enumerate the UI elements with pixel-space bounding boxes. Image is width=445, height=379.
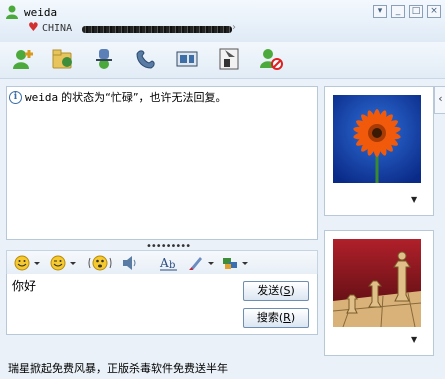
font-icon[interactable]: A b [159, 254, 179, 272]
file-transfer-icon[interactable] [50, 46, 76, 72]
wink-icon[interactable] [49, 254, 79, 272]
send-button[interactable]: 发送(S) [243, 281, 309, 301]
collapse-panel-button[interactable]: ‹ [434, 86, 445, 114]
system-message-text: 的状态为“忙碌”，也许无法回复。 [61, 91, 227, 104]
emoticon-icon[interactable] [13, 254, 43, 272]
search-button-hotkey: R [283, 311, 291, 324]
message-input[interactable]: 你好 发送(S) 搜索(R) [6, 274, 318, 335]
close-button[interactable]: × [427, 5, 441, 18]
input-toolbar: A b [6, 250, 318, 276]
title-bar: weida ♥ CHINA › ▾ _ □ × [0, 0, 445, 42]
nudge-icon[interactable] [87, 254, 113, 272]
svg-text:b: b [169, 260, 175, 271]
my-picture-panel: ▼ [324, 230, 434, 356]
add-contact-icon[interactable] [10, 46, 36, 72]
footer-ad-link[interactable]: 瑞星掀起免费风暴，正版杀毒软件免费送半年 [8, 360, 228, 376]
maximize-button[interactable]: □ [409, 5, 423, 18]
voice-clip-icon[interactable] [121, 254, 139, 272]
buddy-icon [6, 5, 18, 19]
games-icon[interactable] [221, 254, 251, 272]
block-contact-icon[interactable] [258, 46, 284, 72]
system-message: i weida 的状态为“忙碌”，也许无法回复。 [9, 89, 227, 105]
background-icon[interactable] [187, 254, 217, 272]
search-button[interactable]: 搜索(R) [243, 308, 309, 328]
my-display-picture[interactable] [333, 239, 421, 327]
remote-assist-icon[interactable] [216, 46, 242, 72]
send-button-label: 发送 [257, 284, 280, 297]
send-button-hotkey: S [283, 284, 291, 297]
phone-call-icon[interactable] [133, 46, 159, 72]
chevron-right-icon[interactable]: › [232, 22, 236, 33]
status-message-redacted [82, 26, 232, 33]
svg-text:A: A [159, 256, 169, 270]
message-input-text[interactable]: 你好 [12, 277, 36, 294]
main-toolbar [0, 42, 445, 79]
conversation-area[interactable]: i weida 的状态为“忙碌”，也许无法回复。 [6, 86, 318, 240]
menu-button[interactable]: ▾ [373, 5, 387, 18]
heart-icon: ♥ [28, 20, 39, 34]
my-picture-dropdown-icon[interactable]: ▼ [411, 335, 417, 344]
video-icon[interactable] [174, 46, 200, 72]
search-button-label: 搜索 [256, 311, 279, 324]
contact-picture-panel: ▼ [324, 86, 434, 216]
contact-picture-dropdown-icon[interactable]: ▼ [411, 195, 417, 204]
system-message-sender: weida [25, 90, 59, 104]
contact-name: weida [24, 6, 58, 19]
chat-window: weida ♥ CHINA › ▾ _ □ × i weida 的状态为“忙碌”… [0, 0, 445, 379]
minimize-button[interactable]: _ [391, 5, 405, 18]
voice-chat-icon[interactable] [91, 46, 117, 72]
status-country: CHINA [42, 23, 73, 34]
contact-display-picture[interactable] [333, 95, 421, 183]
info-icon: i [9, 90, 22, 104]
window-controls: ▾ _ □ × [373, 5, 441, 18]
